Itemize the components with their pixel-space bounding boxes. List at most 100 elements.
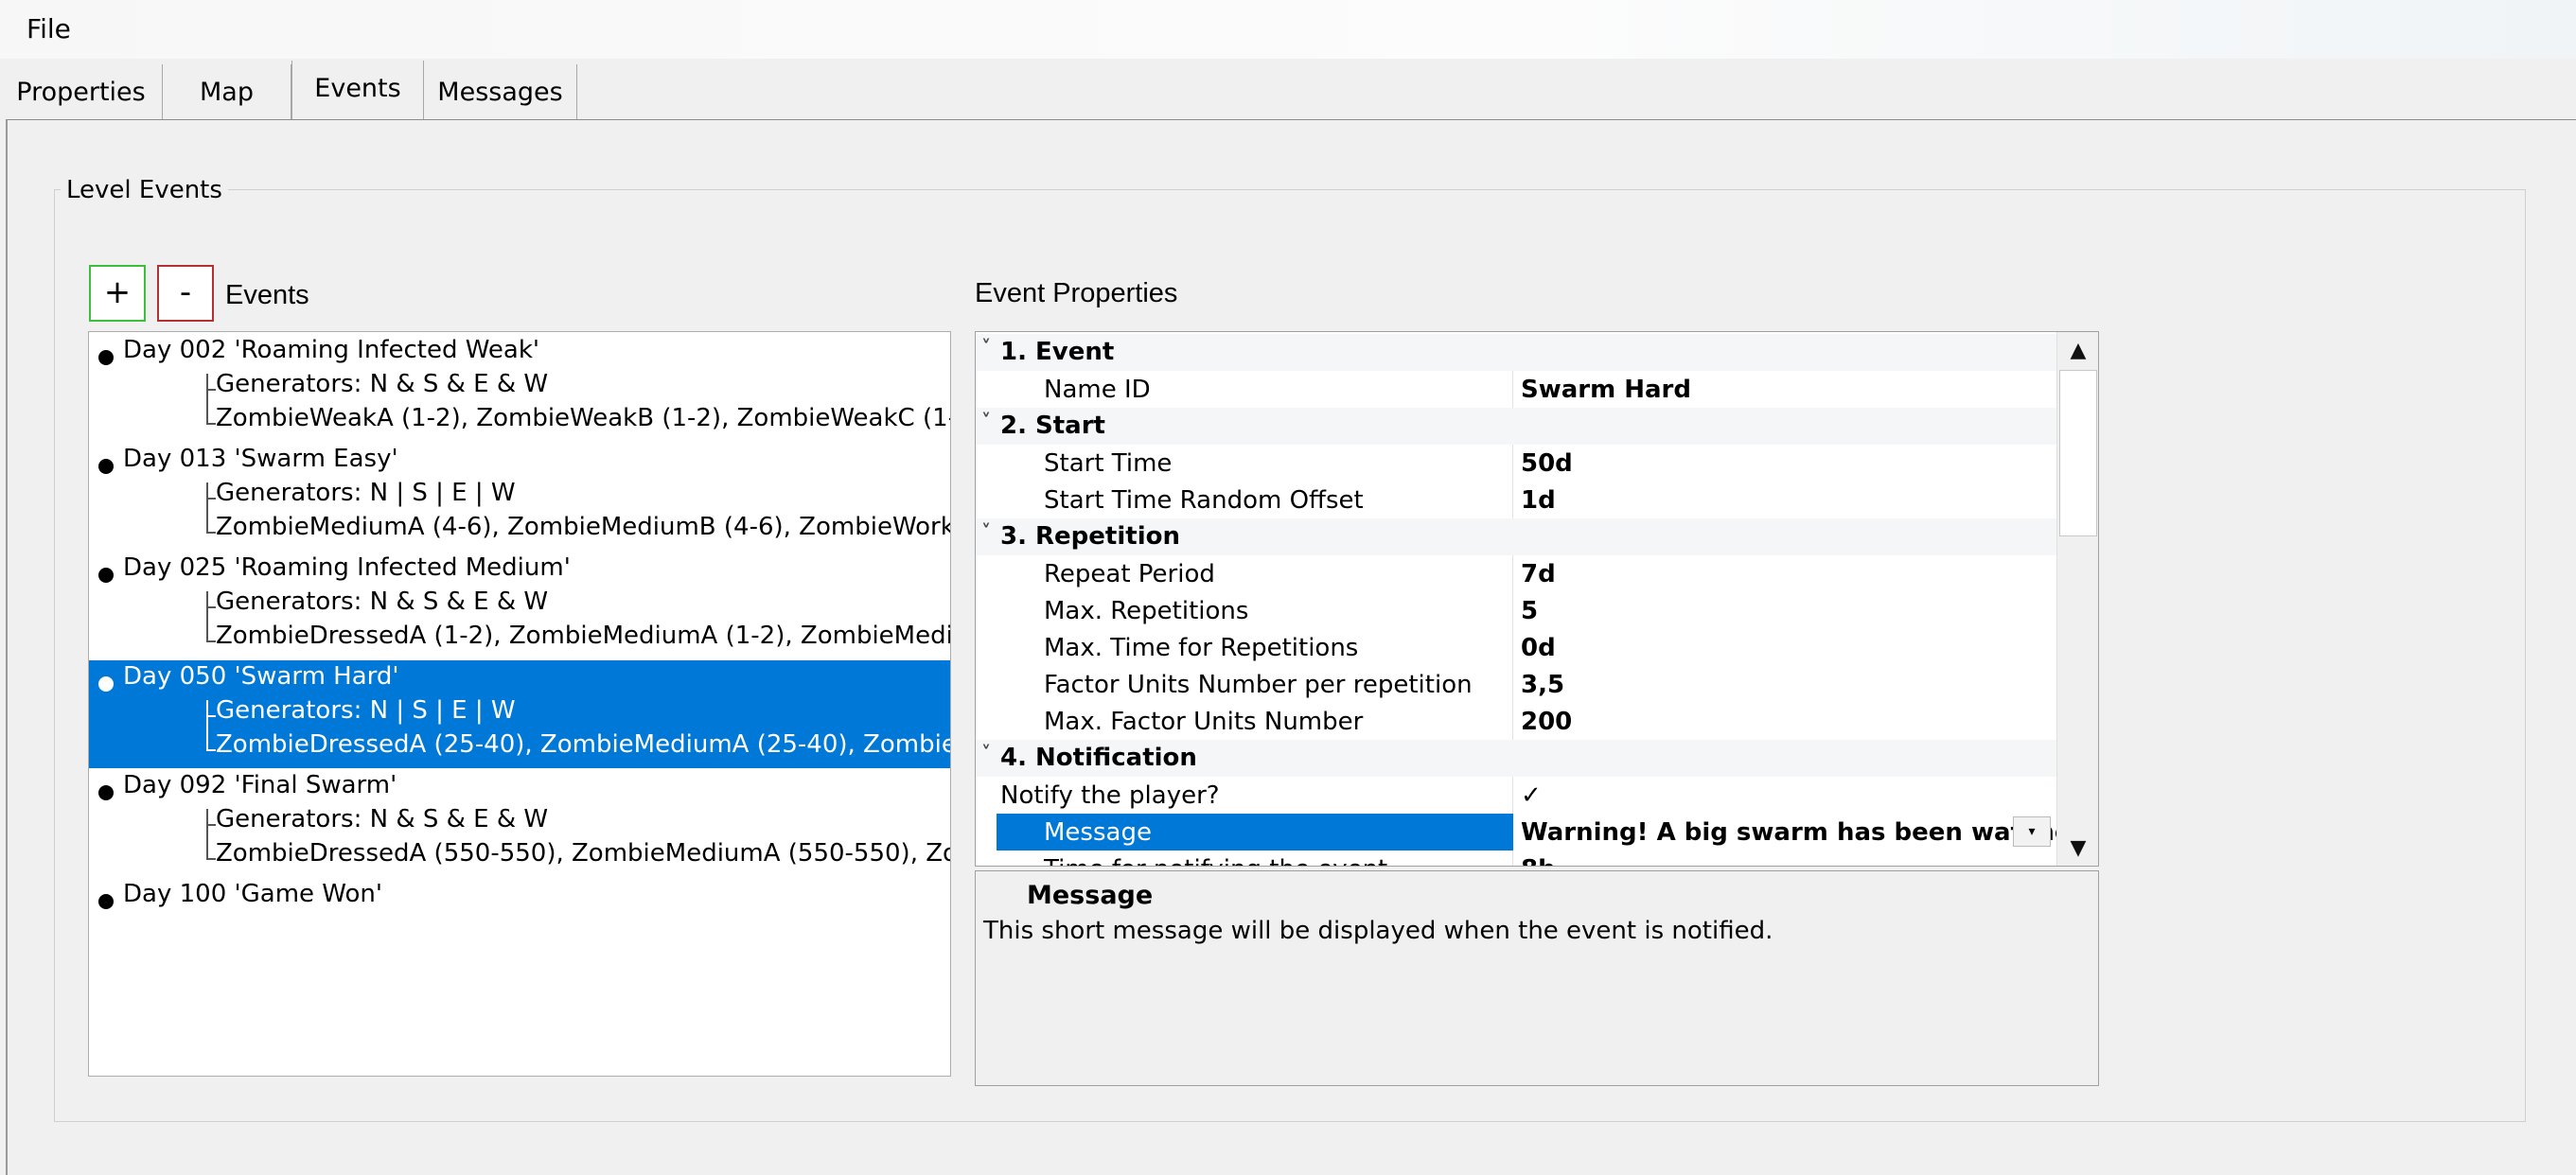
property-value[interactable]: 7d [1521, 560, 1556, 588]
event-item-day-013[interactable]: Day 013 'Swarm Easy' Generators: N | S |… [89, 443, 951, 551]
menu-bar: File [0, 0, 2576, 59]
property-name: Time for notifying the event [1044, 855, 1387, 866]
row-message[interactable]: Message Warning! A big swarm has been wa… [976, 814, 2089, 851]
column-divider [1512, 666, 1513, 703]
event-item-day-100[interactable]: Day 100 'Game Won' [89, 878, 950, 916]
chevron-down-icon[interactable]: ˅ [981, 520, 991, 543]
row-max-time-repetitions[interactable]: Max. Time for Repetitions 0d [976, 629, 2056, 666]
property-name: Max. Factor Units Number [1044, 708, 1364, 736]
event-item-day-092[interactable]: Day 092 'Final Swarm' Generators: N & S … [89, 769, 951, 877]
tree-branch [206, 606, 216, 608]
property-value[interactable]: 200 [1521, 708, 1572, 736]
event-title: Day 050 'Swarm Hard' [123, 662, 399, 691]
row-max-repetitions[interactable]: Max. Repetitions 5 [976, 592, 2056, 629]
column-divider [1512, 629, 1513, 666]
property-value[interactable]: 3,5 [1521, 671, 1564, 699]
event-generators: Generators: N & S & E & W [216, 588, 549, 616]
property-value[interactable]: 1d [1521, 486, 1556, 515]
row-start-offset[interactable]: Start Time Random Offset 1d [976, 482, 2056, 518]
help-description: This short message will be displayed whe… [983, 917, 1773, 945]
property-value[interactable]: Swarm Hard [1521, 376, 1691, 404]
property-name: Start Time Random Offset [1044, 486, 1364, 515]
category-label: 3. Repetition [1000, 522, 1180, 551]
message-combo-editor[interactable]: Warning! A big swarm has been watched ▾ [1515, 814, 2089, 851]
category-start[interactable]: ˅ 2. Start [976, 408, 2056, 445]
tree-connector [206, 591, 216, 642]
event-title: Day 025 'Roaming Infected Medium' [123, 553, 571, 582]
scrollbar-thumb[interactable] [2059, 370, 2097, 536]
remove-event-button[interactable]: - [157, 265, 214, 322]
tab-properties[interactable]: Properties [0, 64, 163, 121]
column-divider [1512, 445, 1513, 482]
property-value[interactable]: 0d [1521, 634, 1556, 662]
event-generators: Generators: N | S | E | W [216, 696, 516, 725]
bullet-icon [98, 568, 114, 583]
property-value[interactable]: 5 [1521, 597, 1538, 625]
add-event-button[interactable]: + [89, 265, 146, 322]
event-units: ZombieMediumA (4-6), ZombieMediumB (4-6)… [216, 513, 951, 541]
row-repeat-period[interactable]: Repeat Period 7d [976, 555, 2056, 592]
event-title: Day 100 'Game Won' [123, 880, 383, 908]
column-divider [1512, 592, 1513, 629]
property-name: Notify the player? [1000, 781, 1220, 810]
property-grid-scrollbar[interactable]: ▲ ▼ [2056, 332, 2098, 866]
category-repetition[interactable]: ˅ 3. Repetition [976, 518, 2056, 555]
tree-branch [206, 640, 216, 642]
event-units: ZombieWeakA (1-2), ZombieWeakB (1-2), Zo… [216, 404, 951, 432]
event-item-day-025[interactable]: Day 025 'Roaming Infected Medium' Genera… [89, 552, 950, 659]
scroll-up-arrow-icon[interactable]: ▲ [2057, 332, 2098, 370]
event-item-day-050[interactable]: Day 050 'Swarm Hard' Generators: N | S |… [89, 660, 950, 768]
event-property-grid[interactable]: ˅ 1. Event Name ID Swarm Hard ˅ 2. Start… [975, 331, 2099, 867]
category-event[interactable]: ˅ 1. Event [976, 334, 2056, 371]
message-value-input[interactable]: Warning! A big swarm has been watched [1521, 818, 2089, 847]
chevron-down-icon[interactable]: ˅ [981, 410, 991, 432]
tree-connector [206, 374, 216, 425]
tree-branch [206, 824, 216, 826]
bullet-icon [98, 350, 114, 365]
events-label: Events [225, 280, 309, 310]
category-notification[interactable]: ˅ 4. Notification [976, 740, 2056, 777]
row-name-id[interactable]: Name ID Swarm Hard [976, 371, 2056, 408]
tree-branch [206, 389, 216, 391]
property-value[interactable]: 50d [1521, 449, 1573, 478]
event-item-day-002[interactable]: Day 002 'Roaming Infected Weak' Generato… [89, 334, 951, 442]
tree-branch [206, 858, 216, 860]
chevron-down-icon[interactable]: ˅ [981, 742, 991, 764]
property-value[interactable]: 8h [1521, 855, 1556, 866]
tab-map[interactable]: Map [163, 64, 291, 121]
tree-branch [206, 498, 216, 500]
property-name: Start Time [1044, 449, 1173, 478]
chevron-down-icon[interactable]: ˅ [981, 336, 991, 359]
checkmark-icon[interactable]: ✓ [1521, 781, 1542, 810]
events-list[interactable]: Day 002 'Roaming Infected Weak' Generato… [88, 331, 951, 1077]
menu-file[interactable]: File [19, 9, 79, 48]
dropdown-arrow-icon[interactable]: ▾ [2013, 816, 2051, 847]
property-name: Message [1044, 818, 1152, 847]
row-notify-player[interactable]: Notify the player? ✓ [976, 777, 2056, 814]
tab-strip: Properties Map Events Messages [0, 61, 2576, 121]
event-generators: Generators: N & S & E & W [216, 370, 549, 398]
event-title: Day 002 'Roaming Infected Weak' [123, 336, 540, 364]
scroll-down-arrow-icon[interactable]: ▼ [2057, 830, 2098, 866]
event-properties-label: Event Properties [975, 278, 1178, 308]
bullet-icon [98, 894, 114, 909]
tree-branch [206, 749, 216, 751]
property-help-panel: Message This short message will be displ… [975, 870, 2099, 1086]
column-divider [1512, 555, 1513, 592]
row-start-time[interactable]: Start Time 50d [976, 445, 2056, 482]
event-title: Day 092 'Final Swarm' [123, 771, 397, 799]
row-max-factor-units[interactable]: Max. Factor Units Number 200 [976, 703, 2056, 740]
row-time-notifying[interactable]: Time for notifying the event 8h [976, 851, 2056, 866]
event-units: ZombieDressedA (550-550), ZombieMediumA … [216, 839, 951, 868]
row-factor-units[interactable]: Factor Units Number per repetition 3,5 [976, 666, 2056, 703]
property-name: Max. Repetitions [1044, 597, 1249, 625]
tree-branch [206, 532, 216, 534]
tab-messages[interactable]: Messages [424, 64, 577, 121]
tree-branch [206, 423, 216, 425]
category-label: 2. Start [1000, 412, 1105, 440]
help-title: Message [1027, 881, 1154, 910]
event-generators: Generators: N & S & E & W [216, 805, 549, 833]
bullet-icon [98, 785, 114, 800]
tab-events[interactable]: Events [291, 61, 424, 121]
bullet-icon [98, 459, 114, 474]
